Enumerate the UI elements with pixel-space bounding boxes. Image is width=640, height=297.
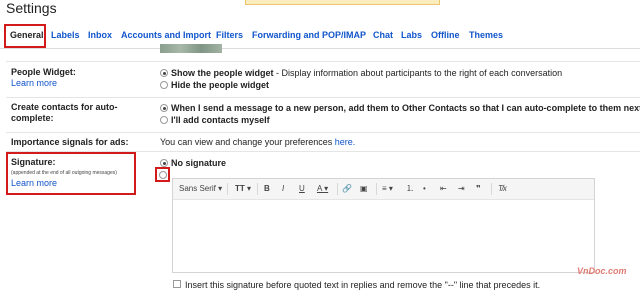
- tab-accounts-and-import[interactable]: Accounts and Import: [121, 30, 211, 40]
- tab-filters[interactable]: Filters: [216, 30, 243, 40]
- signature-note: (appended at the end of all outgoing mes…: [11, 170, 117, 176]
- align-icon[interactable]: ≡ ▾: [382, 184, 393, 194]
- insert-before-quote-label: Insert this signature before quoted text…: [185, 280, 541, 290]
- hide-people-widget-radio[interactable]: [160, 81, 168, 89]
- font-size-icon[interactable]: TT ▾: [235, 184, 251, 194]
- people-widget-learn-more-link[interactable]: Learn more: [11, 78, 57, 88]
- link-icon[interactable]: 🔗: [342, 184, 352, 194]
- bold-icon[interactable]: B: [264, 184, 270, 194]
- font-family-select[interactable]: Sans Serif ▾: [179, 184, 222, 194]
- toolbar-separator: [227, 183, 228, 195]
- toolbar-separator: [491, 183, 492, 195]
- general-tab-highlight: [4, 24, 46, 48]
- row-divider: [6, 132, 640, 133]
- tab-forwarding-pop-imap[interactable]: Forwarding and POP/IMAP: [252, 30, 366, 40]
- custom-signature-radio-highlight: [155, 167, 170, 182]
- italic-icon[interactable]: I: [282, 184, 284, 194]
- indent-less-icon[interactable]: ⇤: [440, 184, 447, 194]
- numbered-list-icon[interactable]: ⒈: [406, 184, 414, 194]
- auto-add-contacts-option[interactable]: When I send a message to a new person, a…: [171, 103, 640, 113]
- insert-before-quote-checkbox[interactable]: [173, 280, 181, 288]
- underline-icon[interactable]: U: [299, 184, 305, 194]
- hide-people-widget-option[interactable]: Hide the people widget: [171, 80, 269, 90]
- tab-inbox[interactable]: Inbox: [88, 30, 112, 40]
- bulleted-list-icon[interactable]: •: [423, 184, 426, 194]
- text-color-icon[interactable]: A ▾: [317, 184, 328, 194]
- toolbar-separator: [376, 183, 377, 195]
- settings-tabs: General Labels Inbox Accounts and Import…: [0, 24, 640, 48]
- watermark: VnDoc.com: [577, 266, 627, 276]
- toolbar-separator: [337, 183, 338, 195]
- tab-themes[interactable]: Themes: [469, 30, 503, 40]
- importance-signals-label: Importance signals for ads:: [11, 137, 129, 147]
- signature-label: Signature:: [11, 157, 56, 167]
- manual-contacts-option[interactable]: I'll add contacts myself: [171, 115, 270, 125]
- remove-formatting-icon[interactable]: T̸x: [498, 184, 507, 194]
- preview-image: [160, 44, 222, 53]
- tab-chat[interactable]: Chat: [373, 30, 393, 40]
- create-contacts-label: Create contacts for auto-complete:: [11, 102, 118, 123]
- image-icon[interactable]: ▣: [360, 184, 368, 194]
- auto-add-contacts-radio[interactable]: [160, 104, 168, 112]
- people-widget-label: People Widget:: [11, 67, 76, 77]
- quote-icon[interactable]: ❞: [476, 184, 481, 194]
- loading-notice-bar: [245, 0, 440, 5]
- importance-signals-text: You can view and change your preferences…: [160, 137, 356, 147]
- signature-editor[interactable]: Sans Serif ▾ TT ▾ B I U A ▾ 🔗 ▣ ≡ ▾ ⒈ • …: [172, 178, 595, 273]
- manual-contacts-radio[interactable]: [160, 116, 168, 124]
- tab-labs[interactable]: Labs: [401, 30, 422, 40]
- tab-labels[interactable]: Labels: [51, 30, 80, 40]
- toolbar-separator: [257, 183, 258, 195]
- tab-offline[interactable]: Offline: [431, 30, 460, 40]
- no-signature-option[interactable]: No signature: [171, 158, 226, 168]
- tabs-divider: [0, 48, 640, 49]
- page-title: Settings: [6, 0, 57, 16]
- row-divider: [6, 61, 640, 62]
- show-people-widget-option[interactable]: Show the people widget - Display informa…: [171, 68, 562, 78]
- importance-signals-here-link[interactable]: here.: [335, 137, 356, 147]
- indent-more-icon[interactable]: ⇥: [458, 184, 465, 194]
- signature-toolbar: Sans Serif ▾ TT ▾ B I U A ▾ 🔗 ▣ ≡ ▾ ⒈ • …: [173, 179, 594, 200]
- show-people-widget-radio[interactable]: [160, 69, 168, 77]
- row-divider: [6, 97, 640, 98]
- signature-learn-more-link[interactable]: Learn more: [11, 178, 57, 188]
- no-signature-radio[interactable]: [160, 159, 168, 167]
